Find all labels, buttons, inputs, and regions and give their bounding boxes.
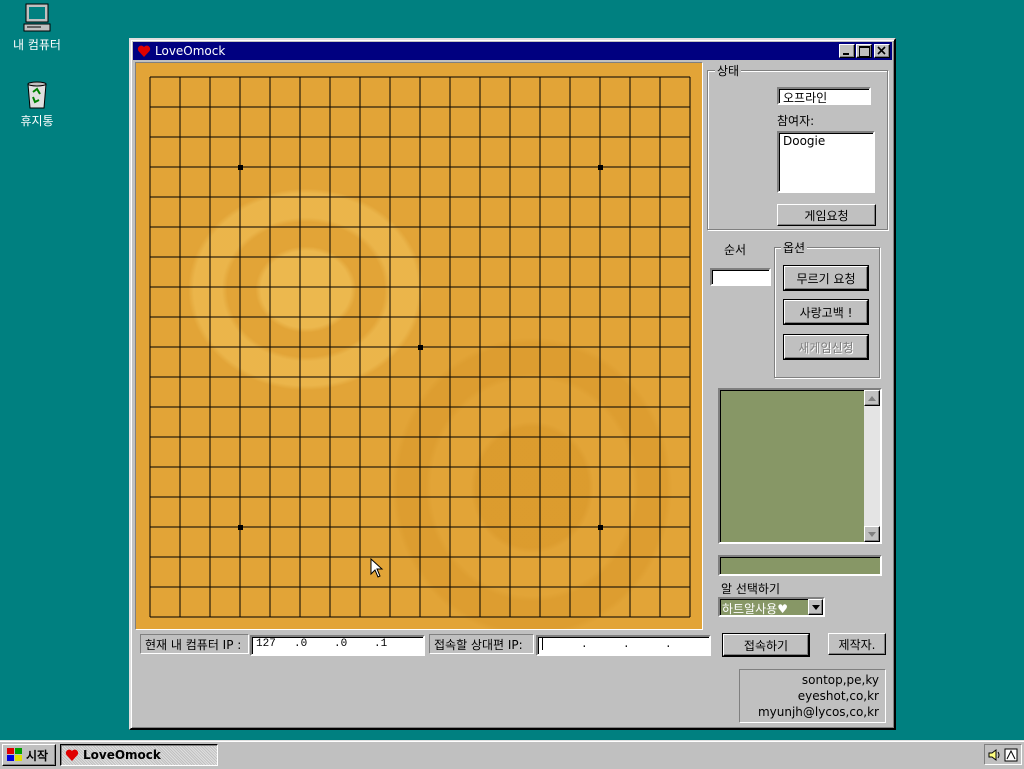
desktop-icon-recycle-bin[interactable]: 휴지통	[0, 78, 77, 129]
close-icon	[877, 46, 886, 55]
turn-label: 순서	[724, 243, 747, 257]
connection-status-field: 오프라인	[777, 87, 871, 105]
window-title: LoveOmock	[155, 44, 226, 58]
maximize-icon	[859, 46, 870, 57]
chat-scrollbar[interactable]	[864, 390, 880, 542]
board-grid[interactable]	[136, 63, 702, 629]
star-point	[598, 525, 603, 530]
minimize-button[interactable]	[839, 44, 855, 58]
dropdown-button[interactable]	[808, 599, 823, 615]
my-ip-octet-1: 127	[256, 638, 276, 650]
star-point	[418, 345, 423, 350]
desktop-icon-my-computer[interactable]: 내 컴퓨터	[0, 2, 77, 53]
arrow-up-icon	[868, 395, 876, 401]
stone-select-dropdown[interactable]: 하트알사용♥	[718, 597, 825, 617]
options-group-label: 옵션	[781, 239, 808, 256]
computer-icon	[23, 3, 51, 32]
status-group-label: 상태	[715, 62, 742, 79]
mouse-cursor-icon	[370, 558, 384, 578]
my-ip-octet-3: .0	[334, 638, 348, 650]
star-point	[598, 165, 603, 170]
omok-board[interactable]	[136, 63, 702, 629]
my-ip-octet-4: .1	[374, 638, 388, 650]
stone-select-value: 하트알사용♥	[722, 602, 788, 616]
windows-logo-icon	[7, 748, 22, 761]
star-point	[238, 165, 243, 170]
credits-box: sontop,pe,ky eyeshot,co,kr myunjh@lycos,…	[739, 669, 886, 723]
heart-icon	[137, 45, 151, 57]
peer-ip-label: 접속할 상대편 IP:	[434, 638, 523, 652]
participant-item[interactable]: Doogie	[783, 134, 869, 148]
desktop-icon-label: 내 컴퓨터	[13, 38, 61, 52]
speaker-icon[interactable]	[988, 748, 1002, 762]
board-frame	[135, 62, 703, 630]
participants-label: 참여자:	[777, 114, 815, 128]
scroll-up-button[interactable]	[864, 390, 880, 406]
connect-button[interactable]: 접속하기	[722, 633, 810, 657]
participants-list[interactable]: Doogie	[777, 131, 875, 193]
my-ip-label-box: 현재 내 컴퓨터 IP :	[140, 634, 249, 654]
credits-button[interactable]: 제작자.	[828, 633, 886, 655]
credit-line: eyeshot,co,kr	[797, 689, 879, 703]
desktop-icon-label: 휴지통	[20, 114, 54, 128]
my-ip-field[interactable]: 127 .0 .0 .1	[250, 635, 425, 656]
start-button[interactable]: 시작	[2, 744, 56, 766]
arrow-down-icon	[868, 531, 876, 537]
star-point	[238, 525, 243, 530]
scroll-down-button[interactable]	[864, 526, 880, 542]
peer-ip-field[interactable]: ...	[536, 635, 711, 656]
my-ip-octet-2: .0	[294, 638, 308, 650]
my-ip-label: 현재 내 컴퓨터 IP :	[145, 638, 242, 652]
title-bar[interactable]: LoveOmock	[133, 42, 892, 60]
undo-request-button[interactable]: 무르기 요청	[783, 265, 869, 291]
heart-icon	[65, 749, 79, 761]
peer-ip-octet-4: .	[665, 638, 672, 651]
peer-ip-octet-3: .	[623, 638, 630, 651]
recycle-bin-icon	[27, 81, 47, 109]
text-cursor	[542, 638, 543, 650]
love-confession-button[interactable]: 사랑고백 !	[783, 299, 869, 325]
turn-field	[710, 268, 771, 286]
chevron-down-icon	[811, 604, 820, 610]
loveomock-window: LoveOmock 상태 오프라인 참여자: Doogie 게임요청 순서 옵션…	[129, 38, 896, 730]
task-button-loveomock[interactable]: LoveOmock	[60, 744, 218, 766]
taskbar: 시작 LoveOmock	[0, 740, 1024, 769]
game-request-button[interactable]: 게임요청	[777, 204, 876, 226]
system-tray	[984, 744, 1022, 765]
credit-line: sontop,pe,ky	[801, 673, 879, 687]
keyboard-ime-icon[interactable]	[1004, 748, 1018, 762]
stone-select-label: 알 선택하기	[721, 582, 781, 596]
chat-input[interactable]	[718, 555, 882, 576]
peer-ip-octet-2: .	[581, 638, 588, 651]
chat-log[interactable]	[718, 388, 882, 544]
maximize-button[interactable]	[856, 44, 872, 58]
peer-ip-label-box: 접속할 상대편 IP:	[429, 634, 534, 654]
credit-line: myunjh@lycos,co,kr	[757, 705, 879, 719]
new-game-request-button[interactable]: 새게임신청	[783, 334, 869, 360]
close-button[interactable]	[874, 44, 890, 58]
minimize-icon	[843, 53, 849, 55]
